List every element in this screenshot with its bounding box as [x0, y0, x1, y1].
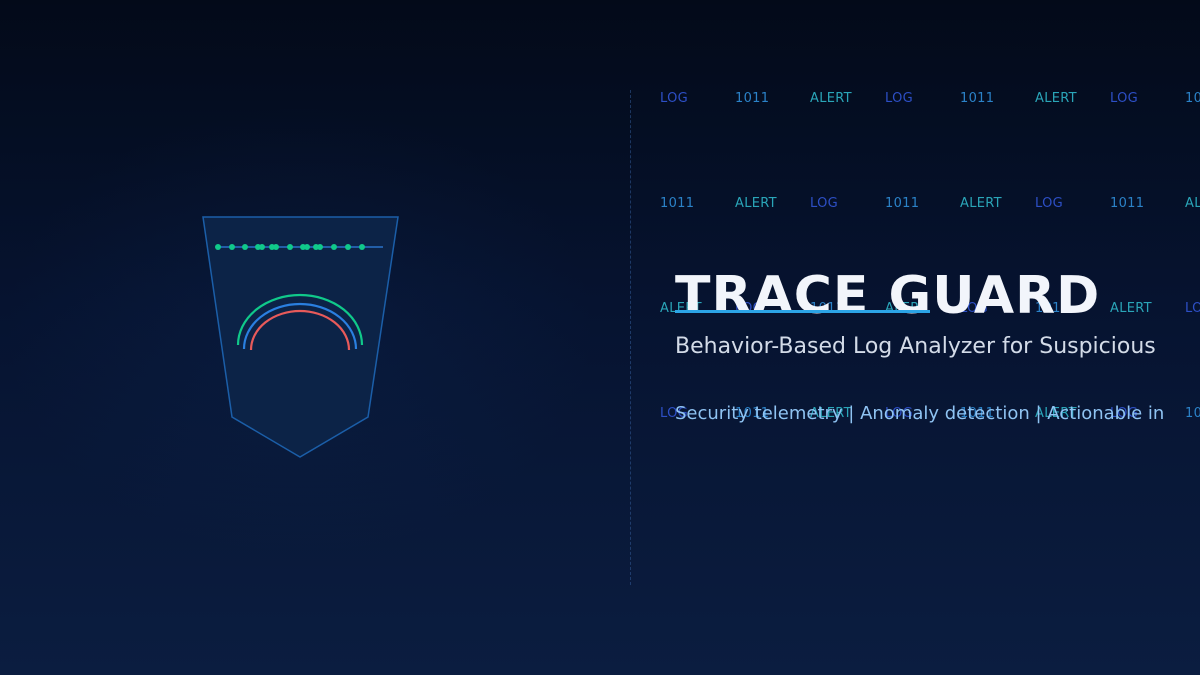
- log-token: LOG: [810, 196, 838, 211]
- log-token: 10: [1185, 406, 1200, 421]
- log-token: LOG: [885, 91, 913, 106]
- banner-subtitle: Behavior-Based Log Analyzer for Suspicio…: [675, 334, 1156, 359]
- log-token: 1011: [735, 91, 770, 106]
- log-token: 10: [1185, 91, 1200, 106]
- log-token: LOG: [660, 91, 688, 106]
- log-token: 1011: [960, 91, 995, 106]
- log-token: ALERT: [960, 196, 1002, 211]
- banner-canvas: LOG 1011 ALERT LOG 1011 ALERT LOG 10 101…: [0, 0, 1200, 675]
- log-token: LOG: [1035, 196, 1063, 211]
- log-token: ALERT: [1035, 91, 1077, 106]
- banner-tagline: Security telemetry | Anomaly detection |…: [675, 403, 1165, 424]
- log-token: 1011: [1110, 196, 1145, 211]
- log-token: LO: [1185, 301, 1200, 316]
- title-underline: [675, 310, 930, 313]
- log-token: ALERT: [810, 91, 852, 106]
- banner-title: TRACE GUARD: [675, 266, 1101, 326]
- log-token: 1011: [660, 196, 695, 211]
- log-token: ALERT: [735, 196, 777, 211]
- log-token: 1011: [885, 196, 920, 211]
- log-token: ALERT: [1110, 301, 1152, 316]
- log-token: AL: [1185, 196, 1200, 211]
- log-token: LOG: [1110, 91, 1138, 106]
